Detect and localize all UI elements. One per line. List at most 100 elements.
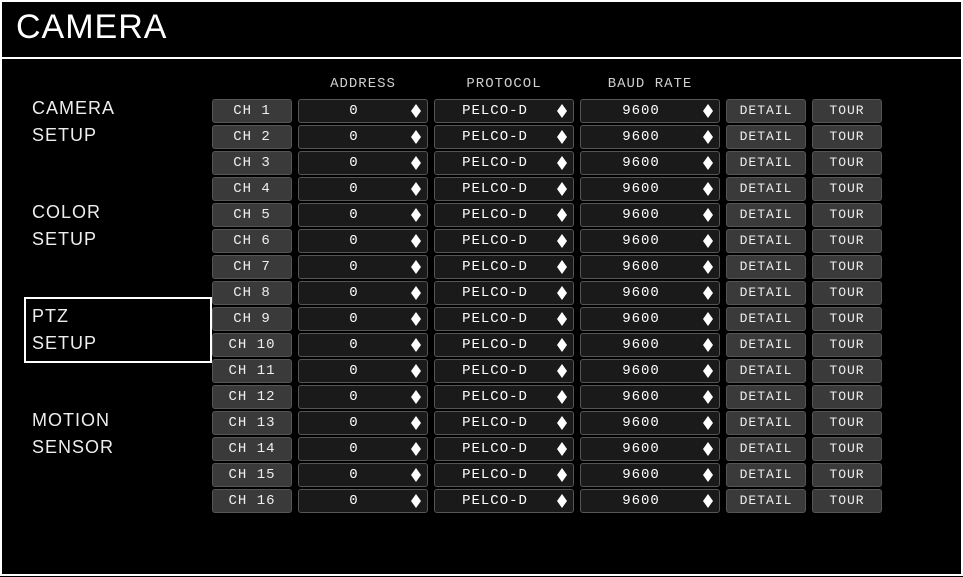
tour-button[interactable]: TOUR bbox=[812, 437, 882, 461]
address-spinner[interactable]: 0 bbox=[298, 333, 428, 357]
protocol-spinner[interactable]: PELCO-D bbox=[434, 463, 574, 487]
tour-button[interactable]: TOUR bbox=[812, 359, 882, 383]
spinner-arrows-icon[interactable] bbox=[409, 416, 423, 430]
baud-spinner[interactable]: 9600 bbox=[580, 333, 720, 357]
spinner-arrows-icon[interactable] bbox=[409, 390, 423, 404]
baud-spinner[interactable]: 9600 bbox=[580, 125, 720, 149]
sidebar-item-camera-setup[interactable]: CAMERA SETUP bbox=[24, 89, 212, 155]
protocol-spinner[interactable]: PELCO-D bbox=[434, 229, 574, 253]
tour-button[interactable]: TOUR bbox=[812, 203, 882, 227]
spinner-arrows-icon[interactable] bbox=[701, 260, 715, 274]
protocol-spinner[interactable]: PELCO-D bbox=[434, 489, 574, 513]
sidebar-item-color-setup[interactable]: COLOR SETUP bbox=[24, 193, 212, 259]
baud-spinner[interactable]: 9600 bbox=[580, 255, 720, 279]
tour-button[interactable]: TOUR bbox=[812, 489, 882, 513]
spinner-arrows-icon[interactable] bbox=[555, 182, 569, 196]
spinner-arrows-icon[interactable] bbox=[701, 364, 715, 378]
spinner-arrows-icon[interactable] bbox=[409, 494, 423, 508]
detail-button[interactable]: DETAIL bbox=[726, 203, 806, 227]
sidebar-item-ptz-setup[interactable]: PTZ SETUP bbox=[24, 297, 212, 363]
spinner-arrows-icon[interactable] bbox=[555, 468, 569, 482]
spinner-arrows-icon[interactable] bbox=[409, 156, 423, 170]
detail-button[interactable]: DETAIL bbox=[726, 463, 806, 487]
spinner-arrows-icon[interactable] bbox=[409, 312, 423, 326]
protocol-spinner[interactable]: PELCO-D bbox=[434, 255, 574, 279]
protocol-spinner[interactable]: PELCO-D bbox=[434, 99, 574, 123]
address-spinner[interactable]: 0 bbox=[298, 177, 428, 201]
detail-button[interactable]: DETAIL bbox=[726, 255, 806, 279]
detail-button[interactable]: DETAIL bbox=[726, 333, 806, 357]
spinner-arrows-icon[interactable] bbox=[555, 234, 569, 248]
protocol-spinner[interactable]: PELCO-D bbox=[434, 333, 574, 357]
spinner-arrows-icon[interactable] bbox=[409, 104, 423, 118]
protocol-spinner[interactable]: PELCO-D bbox=[434, 151, 574, 175]
spinner-arrows-icon[interactable] bbox=[701, 312, 715, 326]
spinner-arrows-icon[interactable] bbox=[701, 442, 715, 456]
spinner-arrows-icon[interactable] bbox=[701, 156, 715, 170]
baud-spinner[interactable]: 9600 bbox=[580, 281, 720, 305]
tour-button[interactable]: TOUR bbox=[812, 281, 882, 305]
detail-button[interactable]: DETAIL bbox=[726, 125, 806, 149]
spinner-arrows-icon[interactable] bbox=[555, 130, 569, 144]
address-spinner[interactable]: 0 bbox=[298, 411, 428, 435]
spinner-arrows-icon[interactable] bbox=[555, 494, 569, 508]
address-spinner[interactable]: 0 bbox=[298, 125, 428, 149]
detail-button[interactable]: DETAIL bbox=[726, 229, 806, 253]
spinner-arrows-icon[interactable] bbox=[701, 390, 715, 404]
spinner-arrows-icon[interactable] bbox=[701, 104, 715, 118]
spinner-arrows-icon[interactable] bbox=[701, 494, 715, 508]
spinner-arrows-icon[interactable] bbox=[555, 338, 569, 352]
detail-button[interactable]: DETAIL bbox=[726, 307, 806, 331]
spinner-arrows-icon[interactable] bbox=[555, 442, 569, 456]
detail-button[interactable]: DETAIL bbox=[726, 99, 806, 123]
detail-button[interactable]: DETAIL bbox=[726, 437, 806, 461]
spinner-arrows-icon[interactable] bbox=[701, 130, 715, 144]
address-spinner[interactable]: 0 bbox=[298, 307, 428, 331]
address-spinner[interactable]: 0 bbox=[298, 489, 428, 513]
spinner-arrows-icon[interactable] bbox=[555, 364, 569, 378]
spinner-arrows-icon[interactable] bbox=[409, 468, 423, 482]
spinner-arrows-icon[interactable] bbox=[701, 286, 715, 300]
address-spinner[interactable]: 0 bbox=[298, 359, 428, 383]
protocol-spinner[interactable]: PELCO-D bbox=[434, 125, 574, 149]
spinner-arrows-icon[interactable] bbox=[701, 182, 715, 196]
address-spinner[interactable]: 0 bbox=[298, 437, 428, 461]
spinner-arrows-icon[interactable] bbox=[555, 416, 569, 430]
spinner-arrows-icon[interactable] bbox=[409, 208, 423, 222]
spinner-arrows-icon[interactable] bbox=[409, 260, 423, 274]
address-spinner[interactable]: 0 bbox=[298, 151, 428, 175]
tour-button[interactable]: TOUR bbox=[812, 463, 882, 487]
spinner-arrows-icon[interactable] bbox=[701, 208, 715, 222]
spinner-arrows-icon[interactable] bbox=[555, 312, 569, 326]
detail-button[interactable]: DETAIL bbox=[726, 411, 806, 435]
tour-button[interactable]: TOUR bbox=[812, 229, 882, 253]
address-spinner[interactable]: 0 bbox=[298, 229, 428, 253]
spinner-arrows-icon[interactable] bbox=[409, 182, 423, 196]
detail-button[interactable]: DETAIL bbox=[726, 489, 806, 513]
spinner-arrows-icon[interactable] bbox=[555, 156, 569, 170]
spinner-arrows-icon[interactable] bbox=[409, 234, 423, 248]
baud-spinner[interactable]: 9600 bbox=[580, 385, 720, 409]
detail-button[interactable]: DETAIL bbox=[726, 177, 806, 201]
spinner-arrows-icon[interactable] bbox=[555, 104, 569, 118]
baud-spinner[interactable]: 9600 bbox=[580, 99, 720, 123]
protocol-spinner[interactable]: PELCO-D bbox=[434, 307, 574, 331]
spinner-arrows-icon[interactable] bbox=[701, 468, 715, 482]
tour-button[interactable]: TOUR bbox=[812, 125, 882, 149]
address-spinner[interactable]: 0 bbox=[298, 385, 428, 409]
tour-button[interactable]: TOUR bbox=[812, 411, 882, 435]
protocol-spinner[interactable]: PELCO-D bbox=[434, 385, 574, 409]
protocol-spinner[interactable]: PELCO-D bbox=[434, 359, 574, 383]
baud-spinner[interactable]: 9600 bbox=[580, 411, 720, 435]
tour-button[interactable]: TOUR bbox=[812, 99, 882, 123]
address-spinner[interactable]: 0 bbox=[298, 281, 428, 305]
baud-spinner[interactable]: 9600 bbox=[580, 307, 720, 331]
baud-spinner[interactable]: 9600 bbox=[580, 177, 720, 201]
baud-spinner[interactable]: 9600 bbox=[580, 463, 720, 487]
tour-button[interactable]: TOUR bbox=[812, 177, 882, 201]
baud-spinner[interactable]: 9600 bbox=[580, 203, 720, 227]
baud-spinner[interactable]: 9600 bbox=[580, 229, 720, 253]
protocol-spinner[interactable]: PELCO-D bbox=[434, 177, 574, 201]
tour-button[interactable]: TOUR bbox=[812, 307, 882, 331]
spinner-arrows-icon[interactable] bbox=[409, 286, 423, 300]
